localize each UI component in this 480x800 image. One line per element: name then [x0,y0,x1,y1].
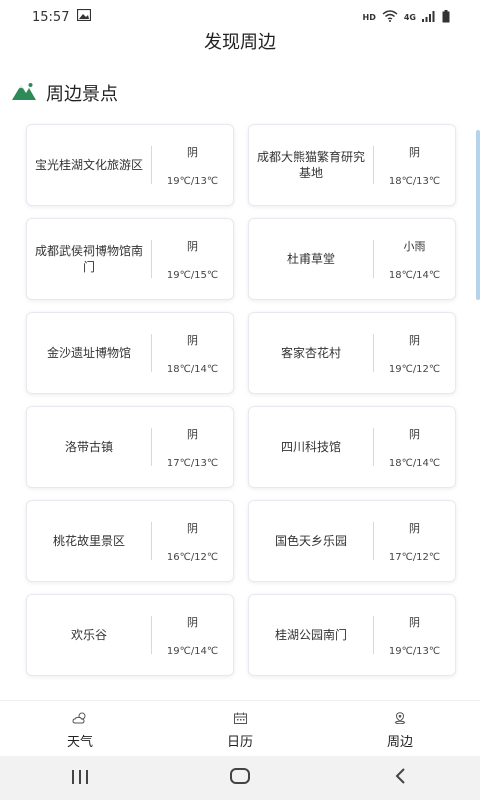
tab-label: 天气 [66,734,93,750]
weather-condition: 阴 [409,615,420,629]
spot-weather: 阴 19℃/13℃ [152,125,233,205]
temperature-range: 18℃/14℃ [388,269,441,281]
signal-icon [422,10,436,24]
weather-condition: 阴 [409,427,420,441]
spot-weather: 小雨 18℃/14℃ [374,219,455,299]
spot-card[interactable]: 洛带古镇 阴 17℃/13℃ [26,406,234,488]
recent-apps-button[interactable] [50,769,110,788]
weather-condition: 阴 [187,521,198,535]
temperature-range: 18℃/14℃ [166,363,219,375]
tab-calendar[interactable]: 日历 [190,709,290,750]
spot-card[interactable]: 金沙遗址博物馆 阴 18℃/14℃ [26,312,234,394]
back-button[interactable] [370,768,430,788]
spot-name: 宝光桂湖文化旅游区 [34,158,143,172]
spot-name: 桂湖公园南门 [274,628,347,642]
tab-label: 日历 [226,734,253,750]
weather-condition: 阴 [187,333,198,347]
temperature-range: 19℃/13℃ [166,175,219,187]
page-title: 发现周边 [204,32,276,53]
scroll-indicator[interactable] [476,130,480,300]
temperature-range: 17℃/13℃ [166,457,219,469]
spot-name: 杜甫草堂 [286,252,335,266]
spot-weather: 阴 19℃/12℃ [374,313,455,393]
spot-card[interactable]: 成都武侯祠博物馆南门 阴 19℃/15℃ [26,218,234,300]
temperature-range: 19℃/13℃ [388,645,441,657]
temperature-range: 18℃/13℃ [388,175,441,187]
recent-apps-icon [71,769,89,788]
section-header: 周边景点 [12,80,118,106]
spot-name: 金沙遗址博物馆 [46,346,131,360]
weather-condition: 阴 [409,333,420,347]
hd-indicator: HD [362,12,376,22]
status-time: 15:57 [32,9,70,25]
spot-weather: 阴 18℃/14℃ [152,313,233,393]
spot-card[interactable]: 客家杏花村 阴 19℃/12℃ [248,312,456,394]
spot-weather: 阴 19℃/13℃ [374,595,455,675]
spot-name: 桃花故里景区 [52,534,125,548]
temperature-range: 19℃/15℃ [166,269,219,281]
spot-card[interactable]: 杜甫草堂 小雨 18℃/14℃ [248,218,456,300]
spot-name: 成都大熊猫繁育研究基地 [256,150,365,180]
wifi-icon [382,10,398,24]
temperature-range: 18℃/14℃ [388,457,441,469]
spot-card[interactable]: 欢乐谷 阴 19℃/14℃ [26,594,234,676]
spot-weather: 阴 19℃/15℃ [152,219,233,299]
tab-label: 周边 [386,734,413,750]
weather-condition: 阴 [187,145,198,159]
spot-weather: 阴 17℃/13℃ [152,407,233,487]
battery-icon [442,9,450,25]
location-icon [394,709,406,728]
home-button[interactable] [210,768,270,788]
tab-nearby[interactable]: 周边 [350,709,450,750]
weather-condition: 阴 [187,239,198,253]
tab-weather[interactable]: 天气 [30,709,130,750]
spot-weather: 阴 18℃/14℃ [374,407,455,487]
weather-condition: 小雨 [403,239,426,253]
spot-weather: 阴 17℃/12℃ [374,501,455,581]
temperature-range: 19℃/14℃ [166,645,219,657]
calendar-icon [233,709,247,728]
weather-icon [72,709,88,728]
spot-weather: 阴 19℃/14℃ [152,595,233,675]
spot-name: 国色天乡乐园 [274,534,347,548]
spot-weather: 阴 18℃/13℃ [374,125,455,205]
spot-card[interactable]: 桃花故里景区 阴 16℃/12℃ [26,500,234,582]
back-icon [394,768,406,788]
network-type: 4G [403,12,416,22]
spot-name: 洛带古镇 [64,440,113,454]
spot-name: 客家杏花村 [280,346,341,360]
temperature-range: 16℃/12℃ [166,551,219,563]
spot-card[interactable]: 四川科技馆 阴 18℃/14℃ [248,406,456,488]
section-title: 周边景点 [46,84,118,105]
spot-card[interactable]: 桂湖公园南门 阴 19℃/13℃ [248,594,456,676]
mountain-icon [12,82,36,104]
home-icon [230,768,250,788]
spot-card[interactable]: 国色天乡乐园 阴 17℃/12℃ [248,500,456,582]
spot-name: 四川科技馆 [280,440,341,454]
spot-card[interactable]: 宝光桂湖文化旅游区 阴 19℃/13℃ [26,124,234,206]
bottom-tab-bar: 天气 日历 周边 [0,700,480,757]
spot-card[interactable]: 成都大熊猫繁育研究基地 阴 18℃/13℃ [248,124,456,206]
spot-name: 成都武侯祠博物馆南门 [34,244,143,274]
weather-condition: 阴 [409,521,420,535]
weather-condition: 阴 [409,145,420,159]
temperature-range: 19℃/12℃ [388,363,441,375]
spot-weather: 阴 16℃/12℃ [152,501,233,581]
weather-condition: 阴 [187,427,198,441]
system-nav-bar [0,756,480,800]
temperature-range: 17℃/12℃ [388,551,441,563]
spot-name: 欢乐谷 [70,628,107,642]
image-icon [77,8,92,25]
spots-grid: 宝光桂湖文化旅游区 阴 19℃/13℃ 成都大熊猫繁育研究基地 阴 18℃/13… [26,124,456,676]
weather-condition: 阴 [187,615,198,629]
